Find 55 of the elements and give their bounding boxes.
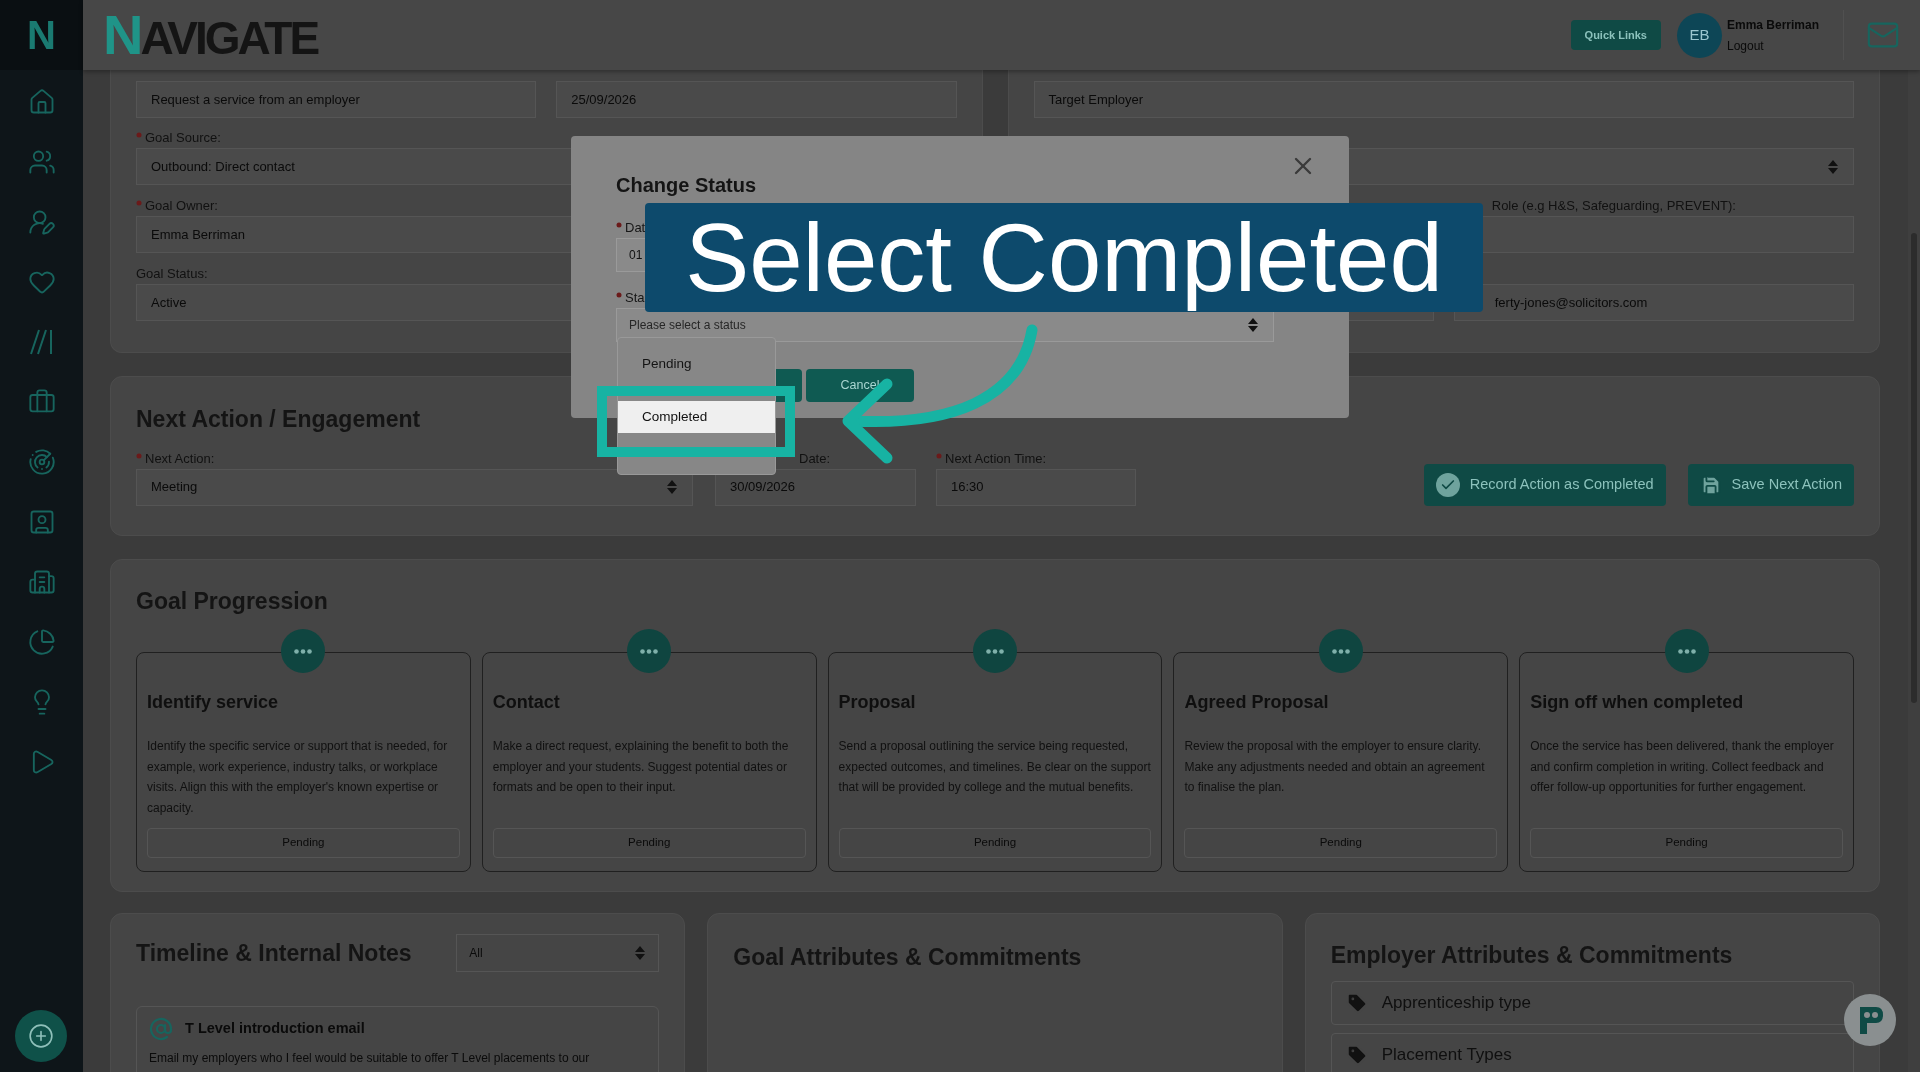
add-button[interactable] [15, 1010, 67, 1062]
sort-arrows-icon [634, 945, 647, 961]
logout-link[interactable]: Logout [1726, 36, 1819, 55]
users-icon[interactable] [27, 148, 56, 176]
pie-chart-icon[interactable] [27, 628, 56, 656]
tag-icon [1345, 991, 1368, 1014]
more-button[interactable] [1318, 629, 1363, 673]
more-button[interactable] [1664, 629, 1709, 673]
app-logo: N [27, 15, 56, 55]
more-icon [1677, 648, 1696, 654]
stage-status: Pending [147, 828, 460, 858]
cancel-button[interactable]: Cancel [806, 369, 914, 402]
field-label: Dat [625, 219, 646, 238]
tag-icon [1345, 1043, 1368, 1066]
note-title: T Level introduction email [185, 1019, 365, 1039]
menu-option[interactable]: Completed [618, 401, 775, 433]
sort-arrows-icon [666, 479, 678, 495]
input-field[interactable]: Request a service from an employer [136, 81, 537, 118]
input-field[interactable]: 30/09/2026 [715, 468, 916, 506]
user-avatar[interactable]: EB [1676, 12, 1722, 58]
stage-status: Pending [1184, 828, 1498, 858]
more-icon [1331, 648, 1350, 654]
more-button[interactable] [973, 629, 1017, 673]
slashes-icon[interactable] [28, 328, 55, 356]
note-text: Email my employers who I feel would be suitable to offer T Level placements to our [149, 1050, 591, 1067]
user-icon[interactable] [27, 208, 56, 236]
select-field[interactable]: Meeting [136, 468, 693, 506]
filter-select[interactable]: All [456, 934, 660, 972]
add-icon [28, 1023, 54, 1049]
sort-arrows-icon [1247, 317, 1259, 333]
check-icon [1435, 472, 1460, 497]
stage-status: Pending [492, 828, 806, 858]
more-button[interactable] [627, 629, 672, 673]
more-icon [640, 648, 659, 654]
stage-status: Pending [1530, 828, 1843, 858]
input-field[interactable]: Target Employer [1033, 81, 1854, 118]
chatbot-icon[interactable] [1843, 993, 1897, 1047]
callout-tooltip: Select Completed [645, 203, 1483, 312]
sort-arrows-icon [1827, 158, 1839, 175]
input-field[interactable]: 25/09/2026 [556, 81, 957, 118]
quick-links-button[interactable]: Quick Links [1570, 20, 1661, 50]
save-button[interactable]: Save Next Action [1687, 463, 1854, 506]
more-icon [986, 648, 1004, 654]
complete-button[interactable]: Record Action as Completed [1423, 463, 1666, 506]
stage-status: Pending [838, 828, 1152, 858]
more-button[interactable] [281, 629, 326, 673]
at-icon [149, 1017, 173, 1041]
more-icon [294, 648, 313, 654]
menu-option[interactable]: Pending [618, 348, 775, 380]
input-field[interactable]: 16:30 [936, 468, 1136, 506]
building-icon[interactable] [27, 568, 56, 596]
field-label: Sta [625, 289, 645, 308]
input-field[interactable]: ferty-jones@solicitors.com [1453, 284, 1854, 321]
user-name: Emma Berriman [1726, 16, 1819, 34]
radar-icon[interactable] [27, 448, 56, 476]
